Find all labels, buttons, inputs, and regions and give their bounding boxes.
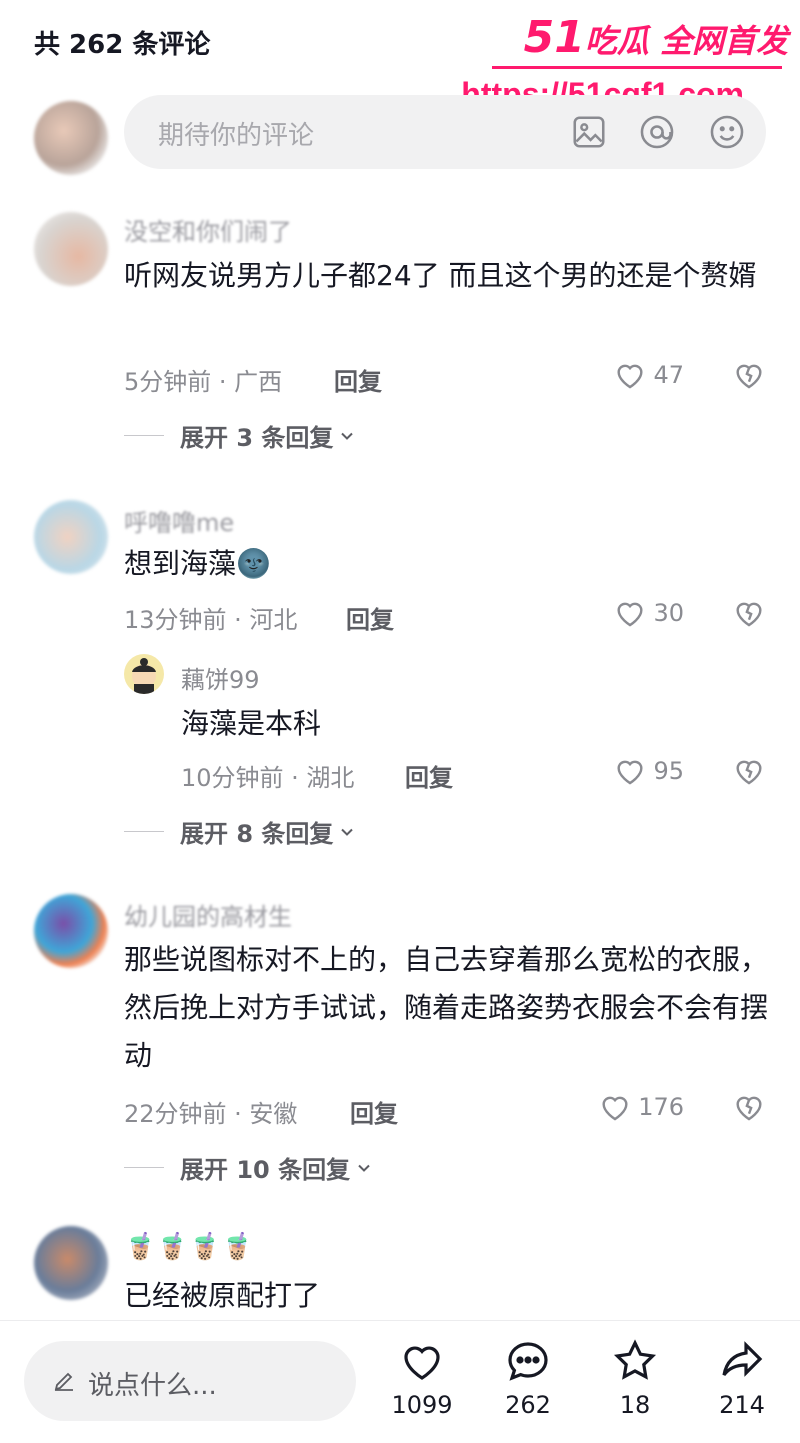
favorite-action[interactable]: 18: [590, 1337, 680, 1419]
image-icon[interactable]: [570, 113, 608, 151]
expand-replies-label: 展开 10 条回复: [180, 1156, 351, 1184]
broken-heart-icon[interactable]: [732, 754, 766, 788]
reply-time-location: 10分钟前 · 湖北: [181, 764, 355, 792]
reply-text: 海藻是本科: [181, 707, 322, 740]
comment-bubble-icon: [508, 1342, 548, 1381]
like-action[interactable]: 1099: [377, 1337, 467, 1419]
say-something-placeholder: 说点什么...: [88, 1371, 217, 1401]
bottom-action-bar: 说点什么... 1099 262 18 214: [0, 1320, 800, 1443]
expand-replies-button[interactable]: 展开 3 条回复: [124, 418, 357, 453]
expand-replies-label: 展开 8 条回复: [180, 820, 334, 848]
reply-button[interactable]: 回复: [346, 600, 394, 635]
like-count: 176: [638, 1093, 684, 1121]
broken-heart-icon[interactable]: [732, 358, 766, 392]
comment-username[interactable]: 🧋🧋🧋🧋: [124, 1232, 254, 1262]
reply-avatar[interactable]: [124, 654, 164, 694]
like-count: 47: [653, 361, 684, 389]
like-total: 1099: [391, 1391, 453, 1419]
watermark-brand: 51吃瓜 全网首发: [523, 12, 788, 63]
chevron-down-icon: [358, 1164, 370, 1172]
cartoon-avatar-icon: [132, 658, 156, 694]
share-total: 214: [719, 1391, 765, 1419]
avatar[interactable]: [34, 500, 108, 574]
mention-icon[interactable]: [638, 113, 676, 151]
expand-replies-button[interactable]: 展开 8 条回复: [124, 814, 357, 849]
heart-icon: [617, 602, 643, 627]
comment-action[interactable]: 262: [483, 1337, 573, 1419]
divider-line: [124, 831, 164, 832]
comment-text: 听网友说男方儿子都24了 而且这个男的还是个赘婿: [124, 259, 757, 292]
comment-text: 想到海藻🌚: [124, 547, 271, 580]
comment-text: 已经被原配打了: [124, 1279, 321, 1312]
star-icon: [613, 1339, 657, 1380]
avatar[interactable]: [34, 1226, 108, 1300]
heart-icon: [617, 364, 643, 389]
heart-icon: [617, 760, 643, 785]
comment-username[interactable]: 呼噜噜me: [124, 503, 234, 538]
comment-like[interactable]: 30: [613, 596, 684, 630]
comment-time-location: 13分钟前 · 河北: [124, 606, 298, 634]
comment-text: 那些说图标对不上的，自己去穿着那么宽松的衣服，然后挽上对方手试试，随着走路姿势衣…: [124, 943, 769, 1072]
chevron-down-icon: [341, 828, 354, 836]
divider-line: [124, 435, 164, 436]
comment-input[interactable]: 期待你的评论: [124, 95, 766, 169]
reply-button[interactable]: 回复: [405, 758, 453, 793]
like-count: 95: [653, 757, 684, 785]
comment-like[interactable]: 176: [598, 1090, 684, 1124]
comment-input-placeholder: 期待你的评论: [158, 121, 315, 151]
comment-total: 262: [505, 1391, 551, 1419]
reply-button[interactable]: 回复: [350, 1094, 398, 1129]
comment-like[interactable]: 47: [613, 358, 684, 392]
broken-heart-icon[interactable]: [732, 1090, 766, 1124]
favorite-total: 18: [619, 1391, 651, 1419]
expand-replies-button[interactable]: 展开 10 条回复: [124, 1150, 374, 1185]
emoji-icon[interactable]: [708, 113, 746, 151]
reply-like[interactable]: 95: [613, 754, 684, 788]
heart-icon: [602, 1096, 628, 1121]
comment-count-title: 共 262 条评论: [34, 30, 211, 60]
broken-heart-icon[interactable]: [732, 596, 766, 630]
divider-line: [124, 1167, 164, 1168]
reply-button[interactable]: 回复: [334, 362, 382, 397]
pencil-icon: [54, 1372, 73, 1391]
comment-username[interactable]: 没空和你们闹了: [124, 212, 292, 247]
my-avatar: [34, 101, 108, 175]
comment-composer: 期待你的评论: [34, 95, 766, 175]
share-arrow-icon: [722, 1341, 763, 1377]
reply-username[interactable]: 藕饼99: [181, 660, 260, 695]
comment-username[interactable]: 幼儿园的高材生: [124, 897, 292, 932]
comment-time-location: 5分钟前 · 广西: [124, 368, 283, 396]
avatar[interactable]: [34, 894, 108, 968]
avatar[interactable]: [34, 212, 108, 286]
like-count: 30: [653, 599, 684, 627]
share-action[interactable]: 214: [697, 1337, 787, 1419]
expand-replies-label: 展开 3 条回复: [180, 424, 334, 452]
say-something-input[interactable]: 说点什么...: [24, 1341, 356, 1421]
watermark-divider: [492, 66, 782, 69]
chevron-down-icon: [341, 432, 354, 440]
comment-time-location: 22分钟前 · 安徽: [124, 1100, 298, 1128]
heart-icon: [404, 1346, 440, 1380]
